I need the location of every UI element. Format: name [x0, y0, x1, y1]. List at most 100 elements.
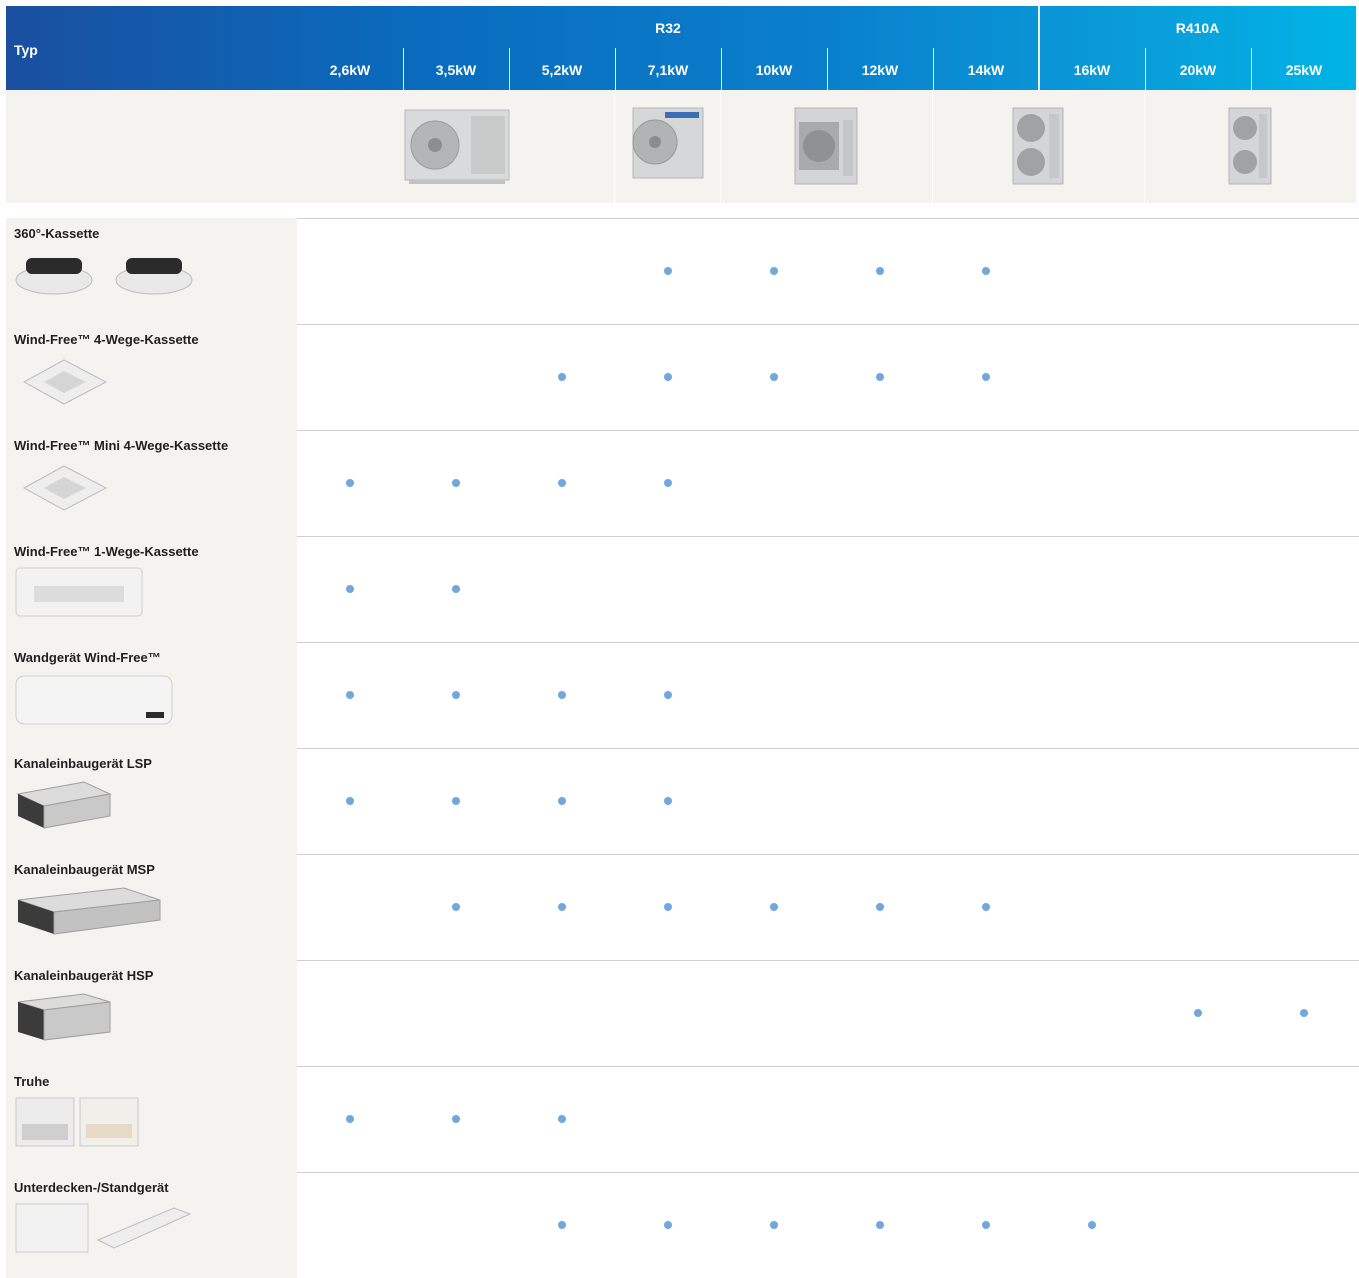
outdoor-unit-small-icon — [404, 109, 510, 184]
table-row: Wind-Free™ 4-Wege-Kassette — [6, 324, 1359, 430]
indoor-unit-name: Truhe — [14, 1074, 50, 1089]
availability-dot — [452, 691, 460, 699]
refrigerant-r410a-label: R410A — [1175, 20, 1220, 36]
availability-dot — [558, 903, 566, 911]
outdoor-unit-single-fan-icon — [794, 107, 858, 185]
row-label-cell: Wind-Free™ Mini 4-Wege-Kassette — [6, 430, 297, 536]
ceiling-floor-unit-icon — [14, 1200, 194, 1261]
capacity-header-6: 14kW — [967, 62, 1005, 78]
row-label-cell: Kanaleinbaugerät MSP — [6, 854, 297, 960]
indoor-unit-name: Wind-Free™ 4-Wege-Kassette — [14, 332, 199, 347]
row-separator — [297, 1066, 1359, 1067]
capacity-header-0: 2,6kW — [329, 62, 371, 78]
availability-dot — [452, 903, 460, 911]
capacity-divider — [403, 48, 404, 90]
indoor-unit-name: 360°-Kassette — [14, 226, 100, 241]
capacity-divider — [1251, 48, 1252, 90]
capacity-divider — [827, 48, 828, 90]
cassette-360-icon — [14, 246, 204, 307]
table-row: Unterdecken-/Standgerät — [6, 1172, 1359, 1278]
row-separator — [297, 642, 1359, 643]
availability-dot — [876, 373, 884, 381]
availability-dot — [664, 903, 672, 911]
table-header: Typ R32 R410A 2,6kW 3,5kW 5,2kW 7,1kW 10kW 12… — [6, 6, 1356, 90]
indoor-unit-name: Wind-Free™ Mini 4-Wege-Kassette — [14, 438, 229, 453]
availability-dot — [982, 373, 990, 381]
capacity-header-5: 12kW — [861, 62, 899, 78]
availability-dot — [452, 585, 460, 593]
table-row: Kanaleinbaugerät LSP — [6, 748, 1359, 854]
availability-dot — [876, 1221, 884, 1229]
floor-console-icon — [14, 1094, 144, 1155]
capacity-divider — [509, 48, 510, 90]
availability-dot — [346, 479, 354, 487]
table-row: Wind-Free™ Mini 4-Wege-Kassette — [6, 430, 1359, 536]
availability-dot — [982, 267, 990, 275]
availability-dot — [558, 1115, 566, 1123]
row-separator — [297, 430, 1359, 431]
row-separator — [297, 1172, 1359, 1173]
availability-dot — [982, 1221, 990, 1229]
typ-header-label: Typ — [14, 42, 38, 58]
capacity-header-1: 3,5kW — [435, 62, 477, 78]
table-row: Truhe — [6, 1066, 1359, 1172]
outdoor-unit-cell-medium — [615, 90, 720, 203]
indoor-unit-name: Wind-Free™ 1-Wege-Kassette — [14, 544, 199, 559]
indoor-unit-name: Wandgerät Wind-Free™ — [14, 650, 161, 665]
row-label-cell: Wandgerät Wind-Free™ — [6, 642, 297, 748]
outdoor-unit-dual-fan-icon — [1012, 107, 1064, 185]
availability-dot — [664, 691, 672, 699]
capacity-divider — [721, 48, 722, 90]
outdoor-units-row-label-cell — [6, 90, 297, 203]
outdoor-unit-cell-dual-fan-large — [1145, 90, 1356, 203]
availability-dot — [664, 797, 672, 805]
indoor-unit-name: Kanaleinbaugerät MSP — [14, 862, 155, 877]
row-label-cell: Unterdecken-/Standgerät — [6, 1172, 297, 1278]
cassette-4way-icon — [14, 352, 114, 413]
availability-dot — [664, 267, 672, 275]
row-label-cell: Kanaleinbaugerät HSP — [6, 960, 297, 1066]
availability-dot — [558, 479, 566, 487]
outdoor-unit-dual-fan-large-icon — [1228, 107, 1272, 185]
capacity-divider — [1145, 48, 1146, 90]
refrigerant-r32-label: R32 — [655, 20, 681, 36]
row-label-cell: Wind-Free™ 1-Wege-Kassette — [6, 536, 297, 642]
capacity-header-8: 20kW — [1179, 62, 1217, 78]
availability-dot — [982, 903, 990, 911]
row-label-cell: Truhe — [6, 1066, 297, 1172]
availability-dot — [558, 691, 566, 699]
capacity-divider — [615, 48, 616, 90]
row-label-cell: Kanaleinbaugerät LSP — [6, 748, 297, 854]
row-separator — [297, 960, 1359, 961]
availability-dot — [558, 373, 566, 381]
outdoor-unit-cell-dual-fan — [933, 90, 1144, 203]
availability-dot — [558, 797, 566, 805]
availability-dot — [1194, 1009, 1202, 1017]
availability-dot — [770, 373, 778, 381]
table-row: Kanaleinbaugerät MSP — [6, 854, 1359, 960]
availability-dot — [1300, 1009, 1308, 1017]
availability-dot — [664, 373, 672, 381]
availability-dot — [1088, 1221, 1096, 1229]
capacity-header-7: 16kW — [1073, 62, 1111, 78]
capacity-header-2: 5,2kW — [541, 62, 583, 78]
capacity-header-9: 25kW — [1285, 62, 1323, 78]
availability-dot — [664, 479, 672, 487]
row-separator — [297, 854, 1359, 855]
outdoor-unit-cell-small — [297, 90, 614, 203]
availability-dot — [452, 797, 460, 805]
cassette-mini-4way-icon — [14, 458, 114, 519]
availability-dot — [876, 267, 884, 275]
wall-unit-icon — [14, 670, 174, 735]
duct-msp-icon — [14, 882, 164, 943]
outdoor-units-row — [6, 90, 1356, 203]
indoor-unit-name: Unterdecken-/Standgerät — [14, 1180, 169, 1195]
availability-dot — [452, 1115, 460, 1123]
availability-dot — [346, 691, 354, 699]
outdoor-unit-medium-icon — [632, 107, 704, 179]
row-separator — [297, 748, 1359, 749]
availability-dot — [770, 1221, 778, 1229]
row-separator — [297, 324, 1359, 325]
row-separator — [297, 536, 1359, 537]
row-label-cell: Wind-Free™ 4-Wege-Kassette — [6, 324, 297, 430]
